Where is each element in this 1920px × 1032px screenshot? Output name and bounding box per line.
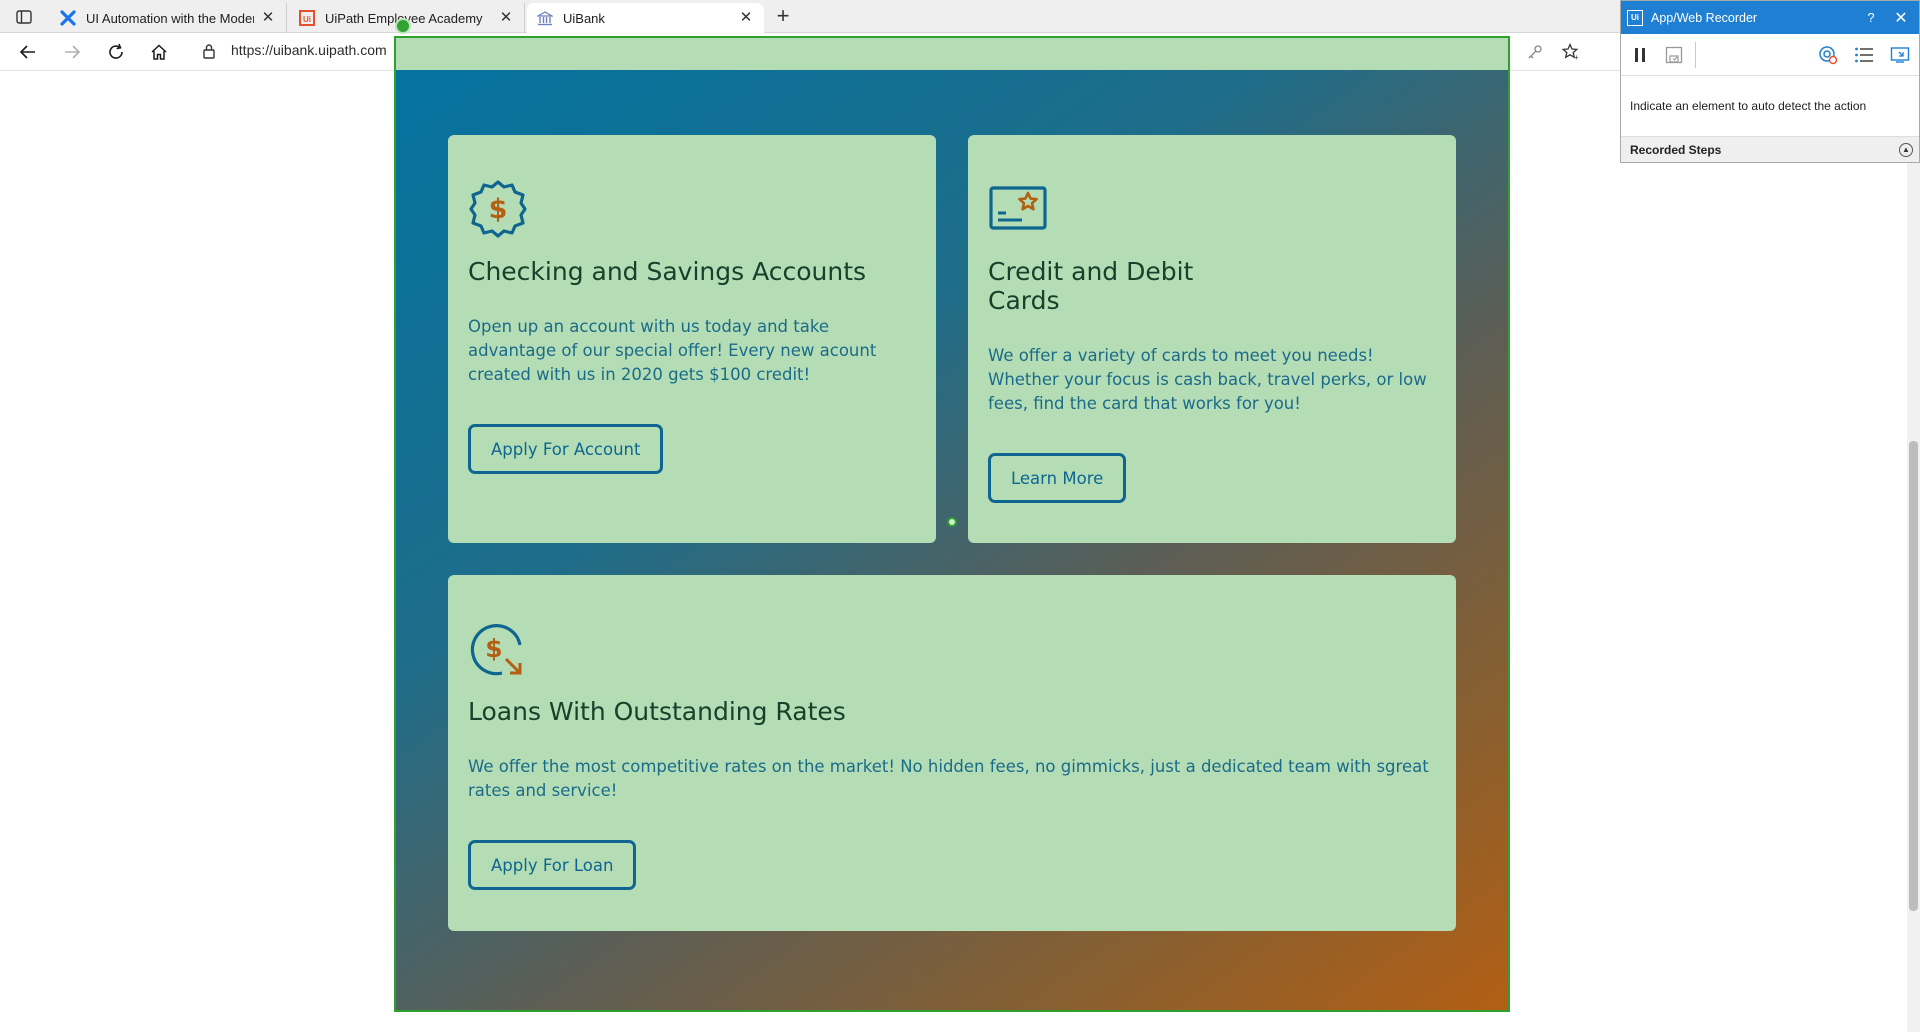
collapse-chevron-icon[interactable]: ▲ xyxy=(1899,143,1913,157)
pause-icon[interactable] xyxy=(1629,45,1651,65)
help-icon[interactable]: ? xyxy=(1859,10,1883,25)
favorites-star-icon[interactable]: + xyxy=(1558,40,1584,64)
anchor-point-icon xyxy=(947,517,957,527)
card-description: We offer the most competitive rates on t… xyxy=(468,757,1429,800)
credit-card-star-icon xyxy=(988,179,1048,239)
card-title: Checking and Savings Accounts xyxy=(468,257,867,286)
card-title: Loans With Outstanding Rates xyxy=(468,697,846,726)
apply-for-account-button[interactable]: Apply For Account xyxy=(468,424,664,474)
recorder-title: App/Web Recorder xyxy=(1651,10,1758,25)
toolbar-separator xyxy=(1695,42,1696,68)
svg-text:$: $ xyxy=(485,634,502,663)
bank-icon xyxy=(537,10,553,26)
close-icon[interactable]: ✕ xyxy=(1883,8,1919,28)
learn-more-button[interactable]: Learn More xyxy=(988,453,1127,503)
uipath-logo-icon: Ui xyxy=(1627,9,1643,26)
list-settings-icon[interactable] xyxy=(1853,45,1875,65)
card-checking-savings: $ Checking and Savings Accounts Open up … xyxy=(448,135,936,543)
services-section: $ Checking and Savings Accounts Open up … xyxy=(394,70,1510,1012)
apply-for-loan-button[interactable]: Apply For Loan xyxy=(468,840,637,890)
new-tab-icon[interactable]: + xyxy=(770,5,796,29)
app-web-recorder-panel: Ui App/Web Recorder ? ✕ Indicate an elem… xyxy=(1620,0,1920,163)
dollar-badge-icon: $ xyxy=(468,179,528,239)
card-loans: $ Loans With Outstanding Rates We offer … xyxy=(448,575,1456,931)
uipath-logo-icon: Ui xyxy=(299,10,315,26)
recorder-titlebar: Ui App/Web Recorder ? ✕ xyxy=(1621,1,1919,34)
tab-uibank[interactable]: UiBank ✕ xyxy=(527,3,764,33)
vertical-scrollbar[interactable] xyxy=(1907,71,1920,1032)
uipath-academy-icon xyxy=(60,10,76,26)
card-credit-debit: Credit and Debit Cards We offer a variet… xyxy=(968,135,1456,543)
section-top-strip xyxy=(394,36,1510,70)
dollar-down-rate-icon: $ xyxy=(468,619,528,679)
back-icon[interactable] xyxy=(15,40,41,64)
close-tab-icon[interactable]: ✕ xyxy=(260,10,276,26)
lock-icon[interactable] xyxy=(202,43,216,64)
svg-text:$: $ xyxy=(489,194,508,225)
card-description: Open up an account with us today and tak… xyxy=(468,317,877,384)
svg-text:+: + xyxy=(1574,53,1579,61)
save-icon[interactable] xyxy=(1663,45,1685,65)
card-title: Credit and Debit Cards xyxy=(988,257,1194,315)
svg-text:Ui: Ui xyxy=(303,15,311,24)
close-tab-icon[interactable]: ✕ xyxy=(738,10,754,26)
screen-select-icon[interactable] xyxy=(1889,45,1911,65)
recorded-steps-header[interactable]: Recorded Steps ▲ xyxy=(1621,136,1919,162)
tab-actions-icon[interactable] xyxy=(10,6,38,28)
card-description: We offer a variety of cards to meet you … xyxy=(988,346,1427,413)
recorder-hint-text: Indicate an element to auto detect the a… xyxy=(1630,99,1867,113)
refresh-icon[interactable] xyxy=(103,40,129,64)
recorder-toolbar xyxy=(1621,34,1919,76)
tab-title: UiBank xyxy=(563,10,605,26)
key-icon[interactable] xyxy=(1522,40,1548,64)
forward-icon[interactable] xyxy=(59,40,85,64)
scrollbar-thumb[interactable] xyxy=(1909,441,1918,911)
tab-title: UI Automation with the Modern xyxy=(86,10,254,26)
target-anchor-icon xyxy=(395,18,411,34)
recorded-steps-label: Recorded Steps xyxy=(1630,142,1722,157)
target-settings-icon[interactable] xyxy=(1817,45,1839,65)
home-icon[interactable] xyxy=(146,40,172,64)
tab-ui-automation[interactable]: UI Automation with the Modern ✕ xyxy=(50,3,287,33)
address-bar[interactable]: https://uibank.uipath.com xyxy=(231,42,387,58)
close-tab-icon[interactable]: ✕ xyxy=(498,10,514,26)
